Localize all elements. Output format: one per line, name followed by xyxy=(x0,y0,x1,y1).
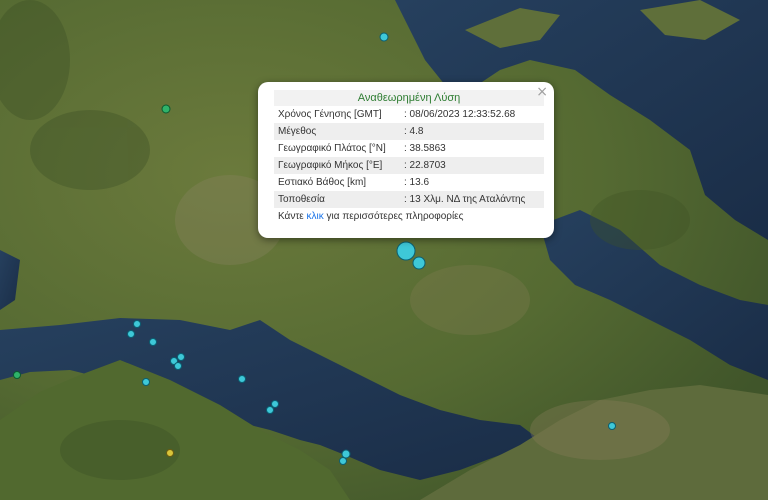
info-value: : 08/06/2023 12:33:52.68 xyxy=(400,106,544,123)
earthquake-marker[interactable] xyxy=(608,422,616,430)
satellite-map[interactable] xyxy=(0,0,768,500)
info-label: Εστιακό Βάθος [km] xyxy=(274,174,400,191)
info-row: Τοποθεσία: 13 Χλμ. ΝΔ της Αταλάντης xyxy=(274,191,544,208)
popup-title: Αναθεωρημένη Λύση xyxy=(274,90,544,106)
earthquake-marker[interactable] xyxy=(379,32,389,42)
earthquake-marker[interactable] xyxy=(142,378,150,386)
info-value: : 4.8 xyxy=(400,123,544,140)
earthquake-marker[interactable] xyxy=(13,371,21,379)
info-table: Χρόνος Γένησης [GMT]: 08/06/2023 12:33:5… xyxy=(274,106,544,208)
info-value: : 38.5863 xyxy=(400,140,544,157)
earthquake-marker[interactable] xyxy=(161,104,171,114)
earthquake-marker-main[interactable] xyxy=(396,241,416,261)
earthquake-marker[interactable] xyxy=(174,362,182,370)
earthquake-marker[interactable] xyxy=(149,338,157,346)
info-label: Γεωγραφικό Μήκος [°E] xyxy=(274,157,400,174)
info-row: Εστιακό Βάθος [km]: 13.6 xyxy=(274,174,544,191)
earthquake-marker[interactable] xyxy=(166,449,174,457)
earthquake-marker[interactable] xyxy=(133,320,141,328)
info-label: Μέγεθος xyxy=(274,123,400,140)
info-value: : 13.6 xyxy=(400,174,544,191)
more-info-suffix: για περισσότερες πληροφορίες xyxy=(326,211,464,222)
earthquake-marker[interactable] xyxy=(177,353,185,361)
more-info-line: Κάντε κλικ για περισσότερες πληροφορίες xyxy=(274,208,544,222)
info-row: Χρόνος Γένησης [GMT]: 08/06/2023 12:33:5… xyxy=(274,106,544,123)
info-row: Γεωγραφικό Μήκος [°E]: 22.8703 xyxy=(274,157,544,174)
earthquake-marker[interactable] xyxy=(127,330,135,338)
earthquake-marker[interactable] xyxy=(266,406,274,414)
earthquake-marker[interactable] xyxy=(271,400,279,408)
info-label: Χρόνος Γένησης [GMT] xyxy=(274,106,400,123)
earthquake-info-popup: × Αναθεωρημένη Λύση Χρόνος Γένησης [GMT]… xyxy=(258,82,554,238)
close-icon[interactable]: × xyxy=(536,84,548,100)
earthquake-marker[interactable] xyxy=(412,256,426,270)
info-value: : 13 Χλμ. ΝΔ της Αταλάντης xyxy=(400,191,544,208)
earthquake-marker[interactable] xyxy=(238,375,246,383)
info-row: Γεωγραφικό Πλάτος [°N]: 38.5863 xyxy=(274,140,544,157)
info-row: Μέγεθος: 4.8 xyxy=(274,123,544,140)
info-label: Γεωγραφικό Πλάτος [°N] xyxy=(274,140,400,157)
info-label: Τοποθεσία xyxy=(274,191,400,208)
earthquake-marker[interactable] xyxy=(341,449,351,459)
info-value: : 22.8703 xyxy=(400,157,544,174)
more-info-prefix: Κάντε xyxy=(278,211,304,222)
earthquake-marker[interactable] xyxy=(339,457,347,465)
more-info-link[interactable]: κλικ xyxy=(307,211,324,222)
